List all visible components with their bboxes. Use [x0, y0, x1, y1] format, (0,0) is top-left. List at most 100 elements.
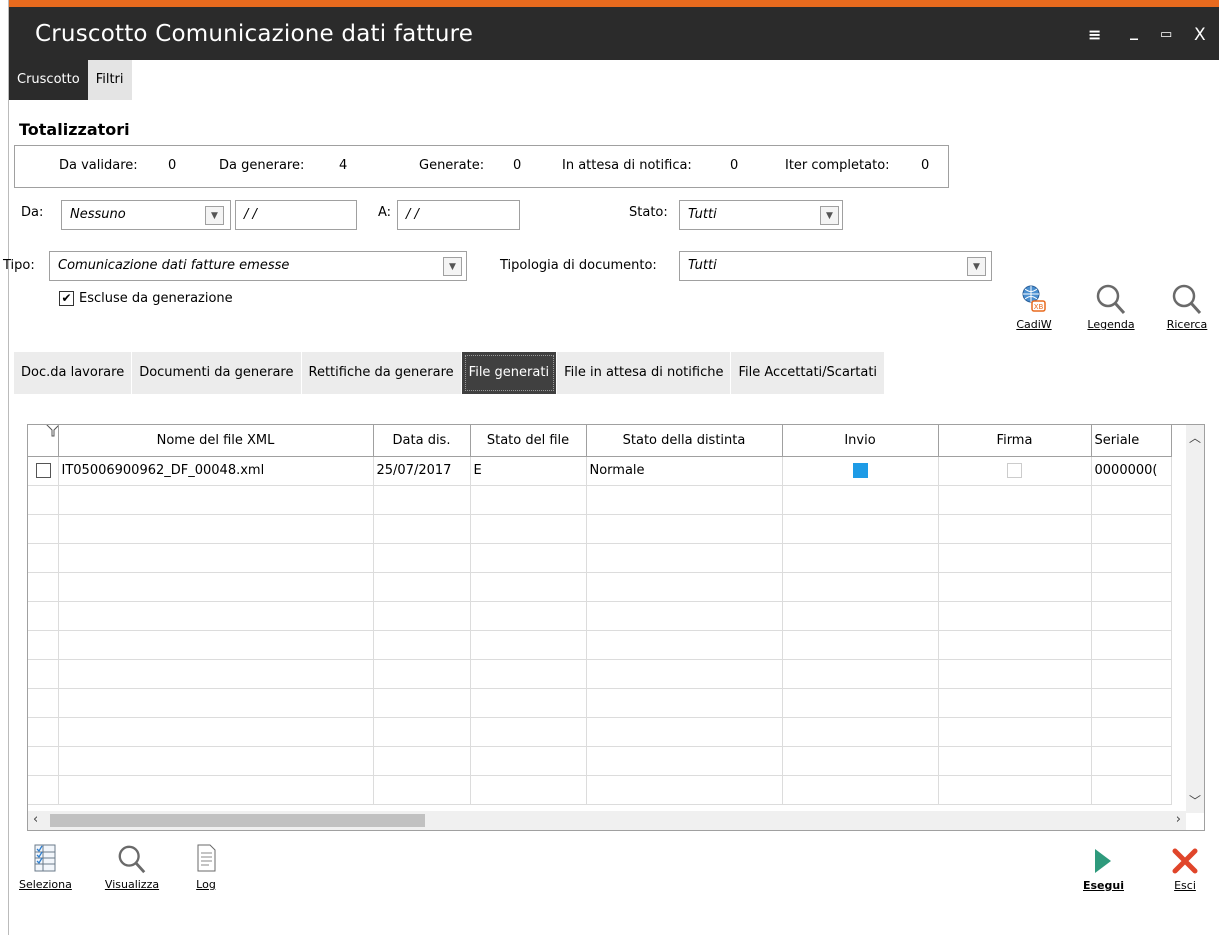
da-validare-label: Da validare:	[59, 158, 138, 173]
scroll-down-icon[interactable]: ﹀	[1189, 792, 1201, 809]
table-row	[28, 543, 1172, 573]
tab-filtri[interactable]: Filtri	[87, 60, 132, 100]
tab-rettifiche-da-generare[interactable]: Rettifiche da generare	[301, 352, 462, 394]
cadiw-label: CadiW	[1016, 318, 1052, 331]
table-row	[28, 717, 1172, 747]
a-date-field[interactable]: / /	[397, 200, 520, 230]
table-row	[28, 601, 1172, 631]
totalizzatori-box: Da validare: 0 Da generare: 4 Generate: …	[14, 145, 949, 188]
chevron-down-icon: ▼	[826, 210, 833, 221]
table-row[interactable]: IT05006900962_DF_00048.xml 25/07/2017 E …	[28, 456, 1172, 486]
tab-file-generati[interactable]: File generati	[461, 352, 558, 394]
da-validare-value: 0	[168, 158, 177, 173]
a-date-value: / /	[406, 207, 419, 222]
scroll-left-icon[interactable]: ‹	[33, 812, 38, 827]
tab-cruscotto[interactable]: Cruscotto	[9, 60, 88, 100]
generate-value: 0	[513, 158, 522, 173]
a-label: A:	[378, 205, 392, 220]
tipologia-dropdown-button[interactable]: ▼	[967, 257, 986, 276]
filter-icon	[45, 425, 57, 437]
window-title: Cruscotto Comunicazione dati fatture	[35, 21, 474, 47]
tipologia-select-value: Tutti	[688, 258, 717, 273]
cell-data-dis[interactable]: 25/07/2017	[373, 456, 471, 486]
search-icon	[1172, 284, 1202, 315]
table-row	[28, 775, 1172, 805]
ricerca-label: Ricerca	[1166, 318, 1208, 331]
seleziona-button[interactable]: Seleziona	[19, 843, 72, 891]
scroll-up-icon[interactable]: ︿	[1189, 429, 1201, 446]
col-stato-file[interactable]: Stato del file	[470, 425, 587, 457]
da-dropdown-button[interactable]: ▼	[205, 206, 224, 225]
horizontal-scrollbar[interactable]: ‹ ›	[28, 811, 1186, 830]
cell-seriale[interactable]: 0000000(	[1091, 456, 1172, 486]
col-data-dis[interactable]: Data dis.	[373, 425, 471, 457]
esci-button[interactable]: Esci	[1165, 846, 1205, 892]
visualizza-button[interactable]: Visualizza	[97, 843, 167, 891]
in-attesa-label: In attesa di notifica:	[562, 158, 692, 173]
stato-label: Stato:	[629, 205, 668, 220]
da-date-field[interactable]: / /	[235, 200, 357, 230]
cell-stato-file[interactable]: E	[470, 456, 587, 486]
accent-bar	[9, 0, 1219, 7]
tab-file-accettati-scartati[interactable]: File Accettati/Scartati	[731, 352, 886, 394]
esegui-button[interactable]: Esegui	[1083, 846, 1124, 892]
tab-doc-da-lavorare[interactable]: Doc.da lavorare	[14, 352, 133, 394]
tipo-dropdown-button[interactable]: ▼	[443, 257, 462, 276]
tab-file-in-attesa[interactable]: File in attesa di notifiche	[557, 352, 732, 394]
esci-label: Esci	[1174, 879, 1196, 892]
tipologia-select[interactable]: Tutti	[679, 251, 992, 281]
close-button[interactable]: X	[1194, 25, 1206, 45]
col-stato-distinta[interactable]: Stato della distinta	[586, 425, 783, 457]
in-attesa-value: 0	[730, 158, 739, 173]
scroll-right-icon[interactable]: ›	[1176, 812, 1181, 827]
menu-tabs: Cruscotto Filtri	[9, 60, 132, 100]
escluse-label: Escluse da generazione	[79, 291, 233, 306]
table-row	[28, 688, 1172, 718]
cell-nome-file[interactable]: IT05006900962_DF_00048.xml	[58, 456, 374, 486]
horizontal-scroll-thumb[interactable]	[50, 814, 425, 827]
col-invio[interactable]: Invio	[782, 425, 939, 457]
escluse-checkbox[interactable]: ✔	[59, 291, 74, 306]
tab-documenti-da-generare[interactable]: Documenti da generare	[132, 352, 302, 394]
stato-select-value: Tutti	[688, 207, 717, 222]
chevron-down-icon: ▼	[973, 261, 980, 272]
log-button[interactable]: Log	[191, 843, 221, 891]
col-seriale[interactable]: Seriale	[1091, 425, 1172, 457]
invio-checkbox-checked[interactable]	[852, 463, 868, 478]
cell-stato-distinta[interactable]: Normale	[586, 456, 783, 486]
visualizza-label: Visualizza	[104, 878, 160, 891]
col-nome-file[interactable]: Nome del file XML	[58, 425, 374, 457]
vertical-scrollbar[interactable]: ︿ ﹀	[1186, 425, 1204, 813]
cell-invio[interactable]	[782, 456, 939, 486]
ricerca-button[interactable]: Ricerca	[1157, 283, 1217, 331]
firma-checkbox[interactable]	[1007, 463, 1022, 478]
row-select-checkbox[interactable]	[36, 463, 51, 478]
play-icon	[1095, 849, 1111, 873]
cadiw-icon: XB	[1022, 285, 1046, 312]
main-window: Cruscotto Comunicazione dati fatture ≡ _…	[3, 0, 1219, 935]
title-bar: Cruscotto Comunicazione dati fatture ≡ _…	[9, 7, 1219, 60]
col-firma[interactable]: Firma	[938, 425, 1092, 457]
files-table: Nome del file XML Data dis. Stato del fi…	[28, 425, 1172, 805]
da-generare-value: 4	[339, 158, 348, 173]
menu-icon[interactable]: ≡	[1088, 25, 1101, 44]
row-select-cell[interactable]	[28, 456, 59, 486]
stato-dropdown-button[interactable]: ▼	[820, 206, 839, 225]
esegui-label: Esegui	[1083, 879, 1124, 892]
stato-select[interactable]: Tutti	[679, 200, 843, 230]
content-tabs: Doc.da lavorare Documenti da generare Re…	[14, 352, 886, 394]
minimize-button[interactable]: _	[1130, 21, 1138, 40]
tipo-select[interactable]: Comunicazione dati fatture emesse	[49, 251, 467, 281]
cell-firma[interactable]	[938, 456, 1092, 486]
document-icon	[197, 844, 216, 872]
da-select-value: Nessuno	[70, 207, 126, 222]
iter-completato-label: Iter completato:	[785, 158, 890, 173]
legenda-button[interactable]: Legenda	[1081, 283, 1141, 331]
log-label: Log	[196, 878, 216, 891]
filter-header[interactable]	[28, 425, 59, 457]
table-row	[28, 572, 1172, 602]
maximize-button[interactable]: ▭	[1160, 27, 1172, 42]
generate-label: Generate:	[419, 158, 485, 173]
cadiw-button[interactable]: XB CadiW	[1010, 283, 1058, 331]
totalizzatori-title: Totalizzatori	[19, 120, 130, 139]
